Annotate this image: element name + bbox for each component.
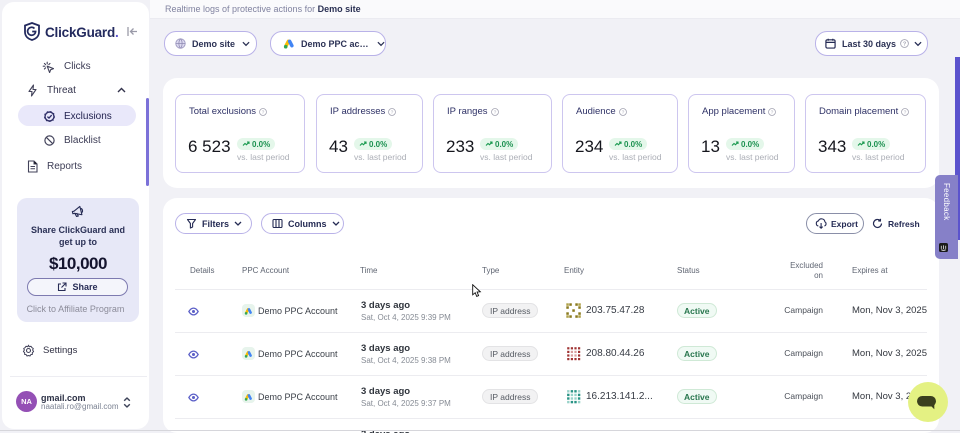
svg-text:?: ? (262, 109, 265, 115)
svg-text:?: ? (621, 109, 624, 115)
svg-text:?: ? (771, 109, 774, 115)
svg-text:?: ? (493, 109, 496, 115)
svg-text:?: ? (904, 109, 907, 115)
svg-text:?: ? (903, 41, 907, 47)
svg-text:?: ? (391, 109, 394, 115)
